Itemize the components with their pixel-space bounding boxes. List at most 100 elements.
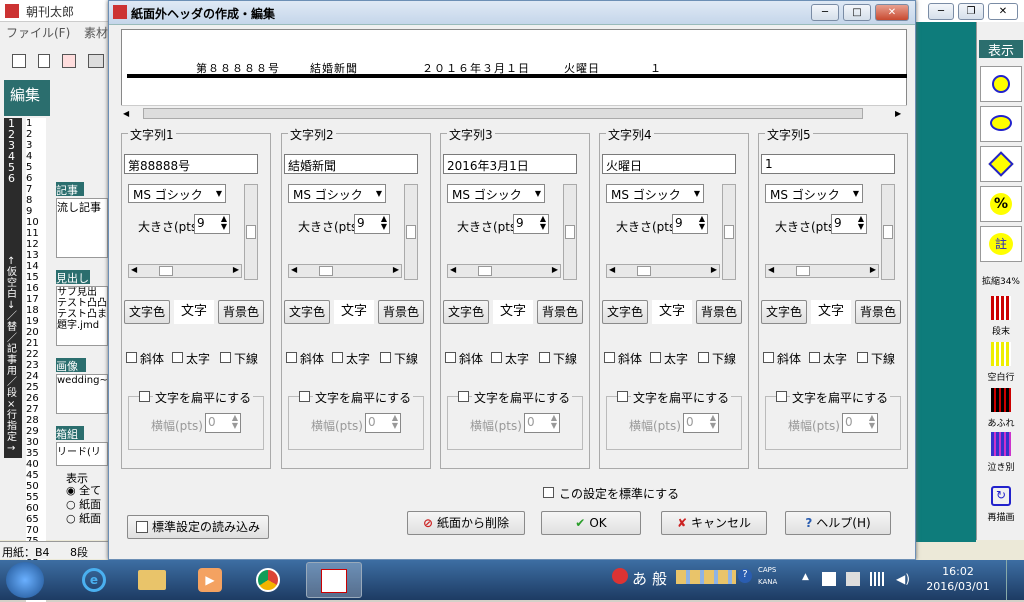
- tray-expand-icon[interactable]: ▲: [802, 572, 809, 582]
- font-select[interactable]: MS ゴシック ▼: [288, 184, 386, 203]
- string-input[interactable]: 結婚新聞: [284, 154, 418, 174]
- number-b-item[interactable]: 15: [26, 272, 46, 283]
- bg-color-button[interactable]: 背景色: [696, 300, 742, 324]
- vertical-scrollbar[interactable]: [404, 184, 418, 280]
- flatten-checkbox[interactable]: [617, 391, 628, 402]
- width-spinner[interactable]: 0 ▲ ▼: [683, 413, 719, 433]
- size-spinner[interactable]: 9 ▲ ▼: [672, 214, 708, 234]
- scroll-thumb[interactable]: [143, 108, 863, 119]
- number-b-item[interactable]: 19: [26, 316, 46, 327]
- explorer-icon[interactable]: [124, 562, 180, 598]
- number-b-item[interactable]: 3: [26, 140, 46, 151]
- spin-arrows-icon[interactable]: ▲ ▼: [699, 215, 705, 231]
- text-color-button[interactable]: 文字色: [443, 300, 489, 324]
- action-center-icon[interactable]: [822, 572, 836, 586]
- bg-color-button[interactable]: 背景色: [855, 300, 901, 324]
- number-b-item[interactable]: 2: [26, 129, 46, 140]
- print-icon[interactable]: [88, 54, 104, 68]
- number-b-item[interactable]: 26: [26, 393, 46, 404]
- headline-item[interactable]: テスト凸ま: [57, 309, 107, 320]
- scroll-right-icon[interactable]: ▶: [895, 109, 901, 118]
- number-b-item[interactable]: 55: [26, 492, 46, 503]
- new-file-icon[interactable]: [38, 54, 50, 68]
- ime-mode[interactable]: あ: [632, 568, 647, 589]
- load-default-button[interactable]: 標準設定の読み込み: [127, 515, 269, 539]
- radio-icon[interactable]: ◉: [66, 484, 76, 497]
- radio-icon[interactable]: ○: [66, 512, 76, 525]
- headline-item[interactable]: テスト凸凸: [57, 298, 107, 309]
- font-select[interactable]: MS ゴシック ▼: [765, 184, 863, 203]
- tool-percent-icon[interactable]: %: [980, 186, 1022, 222]
- preview-scrollbar[interactable]: ◀ ▶: [121, 105, 907, 121]
- bold-checkbox[interactable]: [491, 352, 502, 363]
- underline-checkbox[interactable]: [539, 352, 550, 363]
- bg-color-button[interactable]: 背景色: [537, 300, 583, 324]
- bold-checkbox[interactable]: [809, 352, 820, 363]
- number-b-item[interactable]: 11: [26, 228, 46, 239]
- font-select[interactable]: MS ゴシック ▼: [606, 184, 704, 203]
- underline-checkbox[interactable]: [698, 352, 709, 363]
- number-b-item[interactable]: 17: [26, 294, 46, 305]
- italic-checkbox[interactable]: [604, 352, 615, 363]
- horizontal-scrollbar[interactable]: ◀ ▶: [128, 264, 242, 278]
- width-spinner[interactable]: 0 ▲ ▼: [842, 413, 878, 433]
- dialog-minimize-icon[interactable]: ─: [811, 4, 839, 21]
- media-player-icon[interactable]: ▶: [182, 562, 238, 598]
- number-b-item[interactable]: 1: [26, 118, 46, 129]
- image-list[interactable]: wedding~: [56, 374, 108, 414]
- bold-checkbox[interactable]: [172, 352, 183, 363]
- number-b-item[interactable]: 50: [26, 481, 46, 492]
- tool-q-icon[interactable]: [980, 66, 1022, 102]
- number-b-item[interactable]: 13: [26, 250, 46, 261]
- size-spinner[interactable]: 9 ▲ ▼: [513, 214, 549, 234]
- menu-file[interactable]: ファイル(F): [6, 24, 70, 41]
- number-b-item[interactable]: 23: [26, 360, 46, 371]
- flatten-checkbox[interactable]: [139, 391, 150, 402]
- display-options[interactable]: ◉ 全て ○ 紙面 ○ 紙面: [66, 484, 110, 526]
- number-b-item[interactable]: 21: [26, 338, 46, 349]
- width-spinner[interactable]: 0 ▲ ▼: [524, 413, 560, 433]
- start-icon[interactable]: [6, 562, 44, 598]
- radio-icon[interactable]: ○: [66, 498, 76, 511]
- redraw-icon[interactable]: ↻: [991, 486, 1011, 506]
- minimize-icon[interactable]: ─: [928, 3, 954, 20]
- size-spinner[interactable]: 9 ▲ ▼: [831, 214, 867, 234]
- spin-arrows-icon[interactable]: ▲ ▼: [869, 414, 875, 430]
- number-b-item[interactable]: 35: [26, 448, 46, 459]
- ie-icon[interactable]: e: [66, 562, 122, 598]
- number-b-item[interactable]: 18: [26, 305, 46, 316]
- vertical-scrollbar[interactable]: [722, 184, 736, 280]
- flatten-checkbox[interactable]: [776, 391, 787, 402]
- underline-checkbox[interactable]: [380, 352, 391, 363]
- horizontal-scrollbar[interactable]: ◀ ▶: [288, 264, 402, 278]
- number-b-item[interactable]: 12: [26, 239, 46, 250]
- spin-arrows-icon[interactable]: ▲ ▼: [232, 414, 238, 430]
- number-b-item[interactable]: 28: [26, 415, 46, 426]
- number-b-item[interactable]: 16: [26, 283, 46, 294]
- number-b-item[interactable]: 45: [26, 470, 46, 481]
- number-b-item[interactable]: 7: [26, 184, 46, 195]
- spin-arrows-icon[interactable]: ▲ ▼: [392, 414, 398, 430]
- horizontal-scrollbar[interactable]: ◀ ▶: [606, 264, 720, 278]
- string-input[interactable]: 2016年3月1日: [443, 154, 577, 174]
- number-b-item[interactable]: 25: [26, 382, 46, 393]
- italic-checkbox[interactable]: [763, 352, 774, 363]
- spin-arrows-icon[interactable]: ▲ ▼: [858, 215, 864, 231]
- dialog-close-icon[interactable]: ✕: [875, 4, 909, 21]
- menu-material[interactable]: 素材: [84, 24, 108, 41]
- number-b-item[interactable]: 40: [26, 459, 46, 470]
- italic-checkbox[interactable]: [126, 352, 137, 363]
- system-clock[interactable]: 16:02 2016/03/01: [926, 564, 990, 594]
- ok-button[interactable]: ✔ OK: [541, 511, 641, 535]
- number-b-item[interactable]: 70: [26, 525, 46, 536]
- close-icon[interactable]: ✕: [988, 3, 1018, 20]
- network-icon[interactable]: [870, 572, 886, 586]
- width-spinner[interactable]: 0 ▲ ▼: [365, 413, 401, 433]
- italic-checkbox[interactable]: [286, 352, 297, 363]
- volume-icon[interactable]: ◀): [896, 572, 910, 586]
- text-color-button[interactable]: 文字色: [761, 300, 807, 324]
- spin-arrows-icon[interactable]: ▲ ▼: [221, 215, 227, 231]
- horizontal-scrollbar[interactable]: ◀ ▶: [765, 264, 879, 278]
- number-b-item[interactable]: 9: [26, 206, 46, 217]
- string-input[interactable]: 第88888号: [124, 154, 258, 174]
